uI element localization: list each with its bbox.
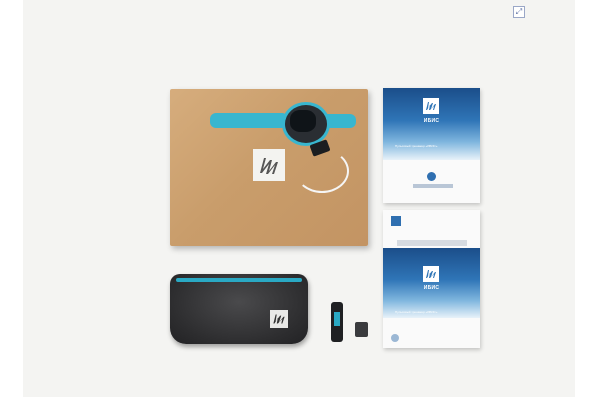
manual-footer-badge xyxy=(391,334,399,342)
manual-corner-logo xyxy=(391,216,401,226)
manual-badge xyxy=(427,172,436,181)
product-photo: ⤢ ИБИС Пульсовый тренажер «ИБИС» ИБИС Пу… xyxy=(23,0,575,397)
ibis-logo xyxy=(423,98,439,114)
manual-booklet: ИБИС Пульсовый тренажер «ИБИС» xyxy=(383,88,480,203)
ibis-logo xyxy=(253,149,285,181)
zipper-pouch xyxy=(170,274,308,344)
watch-strap-left xyxy=(210,113,288,128)
ibis-logo xyxy=(423,266,439,282)
usb-stick xyxy=(331,302,343,342)
manual-header-text xyxy=(397,240,467,246)
manual-cover-band xyxy=(383,248,480,318)
watch-display xyxy=(290,110,316,132)
manual-footer xyxy=(413,184,453,188)
manual-title: ИБИС xyxy=(423,118,440,124)
ibis-logo xyxy=(270,310,288,328)
manual-title: ИБИС xyxy=(423,285,440,291)
cardboard-box xyxy=(170,89,368,246)
manual-subtitle: Пульсовый тренажер «ИБИС» xyxy=(395,144,438,148)
charging-cable xyxy=(295,149,349,193)
usb-accent xyxy=(334,312,340,326)
usb-dongle xyxy=(355,322,368,337)
manual-subtitle: Пульсовый тренажер «ИБИС» xyxy=(395,310,438,314)
manual-booklet: ИБИС Пульсовый тренажер «ИБИС» xyxy=(383,210,480,348)
expand-icon[interactable]: ⤢ xyxy=(513,6,525,18)
pouch-zipper xyxy=(176,278,302,282)
